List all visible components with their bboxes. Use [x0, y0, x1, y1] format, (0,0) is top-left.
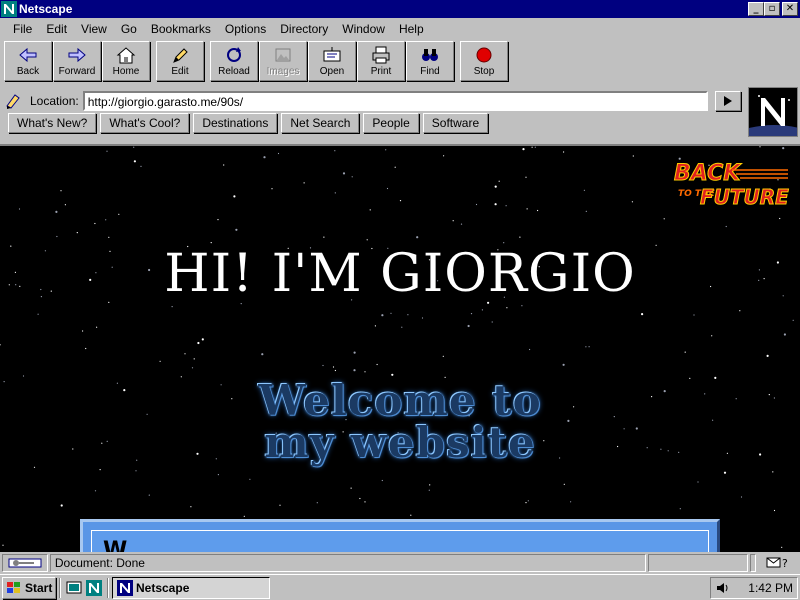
broken-key-icon: [8, 558, 42, 568]
menu-go[interactable]: Go: [114, 22, 144, 36]
back-arrow-icon: [19, 47, 37, 63]
print-label: Print: [370, 66, 392, 77]
back-button[interactable]: Back: [4, 41, 52, 81]
menu-bar: File Edit View Go Bookmarks Options Dire…: [0, 19, 800, 39]
status-text: Document: Done: [49, 554, 647, 572]
destinations-button[interactable]: Destinations: [193, 113, 278, 133]
location-bar: Location: http://giorgio.garasto.me/90s/: [4, 90, 744, 112]
netscape-app-icon: [1, 1, 17, 17]
forward-arrow-icon: [68, 47, 86, 63]
speaker-icon[interactable]: [715, 581, 731, 595]
menu-bookmarks[interactable]: Bookmarks: [144, 22, 218, 36]
bookmark-icon[interactable]: [4, 92, 22, 110]
menu-options[interactable]: Options: [218, 22, 273, 36]
status-slot: [750, 554, 757, 572]
open-button[interactable]: Open: [308, 41, 356, 81]
quicklaunch-netscape[interactable]: [84, 578, 104, 598]
stop-icon: [476, 47, 492, 63]
images-button[interactable]: Images: [259, 41, 307, 81]
reload-icon: [227, 47, 241, 62]
security-indicator[interactable]: [2, 554, 48, 572]
show-desktop-icon: [66, 581, 82, 593]
binoculars-icon: [422, 49, 438, 61]
status-bar: Document: Done ?: [0, 553, 800, 573]
logo-word-back: BACK: [674, 161, 742, 186]
software-button[interactable]: Software: [422, 113, 489, 133]
welcome-banner: Welcome to my website: [0, 380, 800, 464]
pencil-icon: [173, 48, 188, 63]
content-panel: W: [80, 519, 720, 552]
print-button[interactable]: Print: [357, 41, 405, 81]
back-label: Back: [16, 66, 40, 77]
home-label: Home: [112, 66, 140, 77]
location-input[interactable]: http://giorgio.garasto.me/90s/: [82, 91, 708, 111]
start-button[interactable]: Start: [2, 576, 56, 599]
window-title: Netscape: [19, 2, 73, 16]
directory-buttons: What's New? What's Cool? Destinations Ne…: [8, 113, 489, 135]
start-label: Start: [25, 580, 53, 595]
netscape-task-icon: [117, 579, 133, 596]
stop-button[interactable]: Stop: [460, 41, 508, 81]
taskbar-netscape-label: Netscape: [136, 580, 190, 595]
home-button[interactable]: Home: [102, 41, 150, 81]
forward-label: Forward: [58, 66, 96, 77]
welcome-line-1: Welcome to: [258, 376, 542, 425]
go-button[interactable]: [714, 91, 741, 111]
menu-help[interactable]: Help: [392, 22, 431, 36]
svg-text:?: ?: [782, 557, 788, 570]
edit-label: Edit: [171, 66, 189, 77]
netscape-quicklaunch-icon: [86, 579, 102, 596]
taskbar-separator: [59, 577, 61, 598]
menu-file[interactable]: File: [6, 22, 39, 36]
open-label: Open: [319, 66, 345, 77]
images-icon: [275, 48, 291, 62]
menu-window[interactable]: Window: [335, 22, 392, 36]
netscape-logo[interactable]: [748, 87, 798, 137]
forward-button[interactable]: Forward: [53, 41, 101, 81]
panel-partial-text: W: [103, 538, 128, 552]
maximize-button[interactable]: ▫: [764, 2, 780, 16]
printer-icon: [372, 46, 390, 64]
location-label: Location:: [30, 94, 79, 108]
stop-label: Stop: [473, 66, 495, 77]
progress-slot: [648, 554, 749, 572]
content-panel-inner: [91, 530, 709, 552]
close-button[interactable]: ✕: [782, 2, 798, 16]
system-tray: 1:42 PM: [710, 576, 798, 599]
mail-indicator[interactable]: ?: [758, 554, 798, 572]
reload-button[interactable]: Reload: [210, 41, 258, 81]
logo-word-future: FUTURE: [700, 185, 789, 209]
windows-logo-icon: [7, 581, 20, 593]
menu-view[interactable]: View: [74, 22, 114, 36]
mail-icon: ?: [766, 557, 788, 570]
netscape-n-icon: [749, 88, 797, 136]
clock[interactable]: 1:42 PM: [748, 581, 793, 595]
edit-button[interactable]: Edit: [156, 41, 204, 81]
open-icon: [323, 47, 341, 62]
page-content: BACK TO THE FUTURE HI! I'M GIORGIO Welco…: [0, 144, 800, 552]
taskbar: Start Netscape 1:42 PM: [0, 574, 800, 600]
menu-edit[interactable]: Edit: [39, 22, 74, 36]
navigation-toolbar: Back Forward Home Edit Reload Images Ope…: [4, 41, 514, 83]
whats-new-button[interactable]: What's New?: [8, 113, 97, 133]
play-arrow-icon: [723, 96, 732, 106]
find-button[interactable]: Find: [406, 41, 454, 81]
menu-directory[interactable]: Directory: [273, 22, 335, 36]
quicklaunch-desktop[interactable]: [64, 578, 84, 598]
images-label: Images: [266, 66, 300, 77]
back-to-the-future-logo[interactable]: BACK TO THE FUTURE: [670, 156, 792, 216]
find-label: Find: [420, 66, 440, 77]
taskbar-netscape-button[interactable]: Netscape: [112, 576, 270, 599]
people-button[interactable]: People: [363, 113, 419, 133]
net-search-button[interactable]: Net Search: [281, 113, 360, 133]
reload-label: Reload: [218, 66, 250, 77]
home-icon: [116, 47, 136, 64]
whats-cool-button[interactable]: What's Cool?: [100, 113, 190, 133]
title-bar: Netscape _ ▫ ✕: [0, 0, 800, 18]
page-headline: HI! I'M GIORGIO: [164, 244, 636, 304]
minimize-button[interactable]: _: [748, 2, 764, 16]
welcome-line-2: my website: [264, 418, 536, 467]
taskbar-separator: [107, 577, 109, 598]
